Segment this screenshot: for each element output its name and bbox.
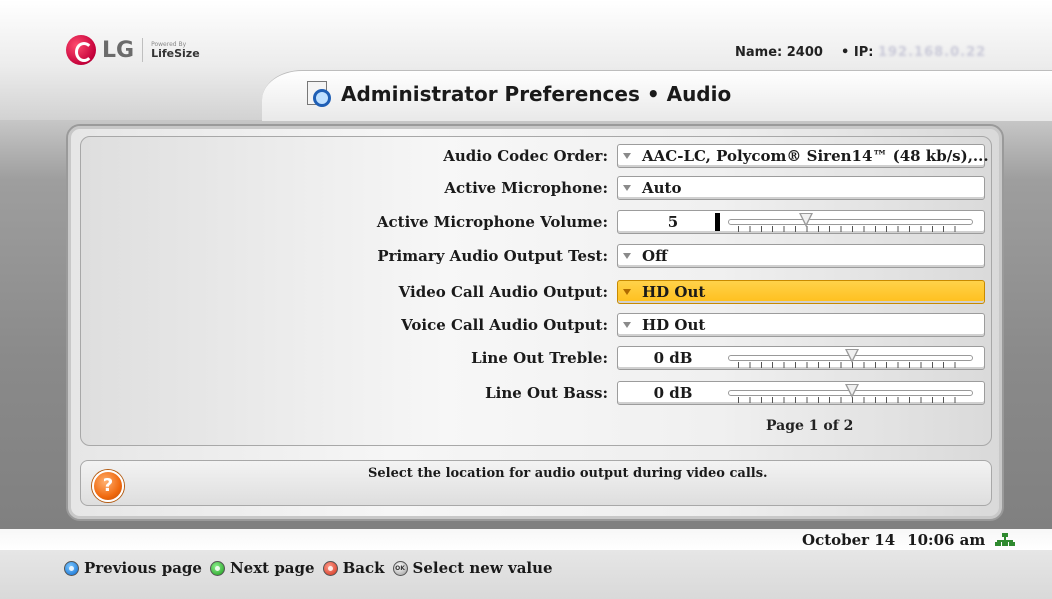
logo-divider bbox=[142, 38, 144, 62]
ok-button-text: OK bbox=[395, 564, 405, 572]
setting-row-voice-call-audio-output: Voice Call Audio Output: HD Out bbox=[0, 313, 1052, 337]
audio-level-meter bbox=[715, 213, 720, 231]
screen-background: LG Powered By LifeSize Name: 2400 • IP: … bbox=[0, 0, 1052, 599]
document-search-icon bbox=[305, 81, 331, 107]
dropdown-arrow-icon bbox=[623, 253, 631, 259]
slider-thumb[interactable] bbox=[845, 384, 859, 398]
lifesize-text: LifeSize bbox=[151, 46, 200, 60]
setting-label: Line Out Treble: bbox=[471, 349, 608, 367]
line-out-treble-slider[interactable]: 0 dB bbox=[617, 346, 985, 370]
lg-logo-text: LG bbox=[102, 37, 135, 63]
setting-label: Voice Call Audio Output: bbox=[401, 316, 608, 334]
setting-row-line-out-treble: Line Out Treble: 0 dB bbox=[0, 346, 1052, 370]
date-time: October 14 10:06 am bbox=[802, 529, 1016, 551]
slider-value: 0 dB bbox=[653, 384, 693, 402]
setting-label: Active Microphone: bbox=[444, 179, 608, 197]
voice-call-audio-output-select[interactable]: HD Out bbox=[617, 313, 985, 337]
setting-row-primary-audio-output-test: Primary Audio Output Test: Off bbox=[0, 244, 1052, 268]
hint-label: Back bbox=[342, 559, 385, 577]
hint-select-new-value[interactable]: OK Select new value bbox=[392, 559, 553, 577]
active-microphone-volume-slider[interactable]: 5 bbox=[617, 210, 985, 234]
active-microphone-select[interactable]: Auto bbox=[617, 176, 985, 200]
select-value: AAC-LC, Polycom® Siren14™ (48 kb/s),... bbox=[642, 147, 989, 165]
setting-label: Primary Audio Output Test: bbox=[377, 247, 608, 265]
lifesize-logo: Powered By LifeSize bbox=[151, 41, 200, 60]
setting-label: Active Microphone Volume: bbox=[376, 213, 608, 231]
red-button-icon bbox=[322, 560, 338, 576]
blue-button-icon bbox=[64, 560, 79, 576]
audio-codec-order-select[interactable]: AAC-LC, Polycom® Siren14™ (48 kb/s),... bbox=[617, 144, 989, 168]
dropdown-arrow-icon bbox=[623, 289, 631, 295]
setting-row-active-microphone: Active Microphone: Auto bbox=[0, 176, 1052, 200]
time-text: 10:06 am bbox=[907, 531, 986, 549]
question-icon: ? bbox=[92, 470, 124, 502]
setting-label: Audio Codec Order: bbox=[443, 147, 608, 165]
setting-row-line-out-bass: Line Out Bass: 0 dB bbox=[0, 381, 1052, 405]
device-name: Name: 2400 bbox=[735, 45, 823, 60]
dropdown-arrow-icon bbox=[623, 153, 631, 159]
green-button-icon bbox=[209, 560, 225, 576]
select-value: Off bbox=[642, 247, 668, 265]
setting-label: Video Call Audio Output: bbox=[398, 283, 608, 301]
help-text: Select the location for audio output dur… bbox=[368, 466, 768, 481]
hint-label: Select new value bbox=[412, 559, 553, 577]
hint-previous-page[interactable]: Previous page bbox=[64, 559, 202, 577]
hint-next-page[interactable]: Next page bbox=[209, 559, 315, 577]
page-title-text: Administrator Preferences • Audio bbox=[341, 82, 732, 106]
slider-value: 0 dB bbox=[653, 349, 693, 367]
slider-thumb[interactable] bbox=[845, 349, 859, 363]
ok-button-icon: OK bbox=[392, 560, 408, 576]
dropdown-arrow-icon bbox=[623, 322, 631, 328]
setting-row-video-call-audio-output: Video Call Audio Output: HD Out bbox=[0, 280, 1052, 304]
network-icon bbox=[995, 533, 1016, 547]
ip-label: • IP: bbox=[841, 45, 874, 60]
primary-audio-output-test-select[interactable]: Off bbox=[617, 244, 985, 268]
system-info: Name: 2400 • IP: 192.168.0.22 bbox=[735, 45, 986, 60]
select-value: HD Out bbox=[642, 316, 706, 334]
setting-label: Line Out Bass: bbox=[485, 384, 608, 402]
select-value: Auto bbox=[642, 179, 682, 197]
setting-row-active-microphone-volume: Active Microphone Volume: 5 bbox=[0, 210, 1052, 234]
select-value: HD Out bbox=[642, 283, 706, 301]
lg-logo-icon bbox=[66, 35, 96, 65]
slider-ticks bbox=[738, 226, 966, 232]
date-text: October 14 bbox=[802, 531, 896, 549]
hint-label: Previous page bbox=[84, 559, 202, 577]
dropdown-arrow-icon bbox=[623, 185, 631, 191]
setting-row-audio-codec-order: Audio Codec Order: AAC-LC, Polycom® Sire… bbox=[0, 144, 1052, 168]
brand-logo: LG Powered By LifeSize bbox=[66, 34, 200, 66]
hint-label: Next page bbox=[229, 559, 315, 577]
video-call-audio-output-select[interactable]: HD Out bbox=[617, 280, 985, 304]
hint-back[interactable]: Back bbox=[322, 559, 385, 577]
slider-value: 5 bbox=[667, 213, 679, 231]
page-indicator: Page 1 of 2 bbox=[766, 418, 854, 434]
slider-track bbox=[728, 219, 973, 225]
remote-button-hints: Previous page Next page Back OK Select n… bbox=[64, 556, 561, 580]
ip-value: 192.168.0.22 bbox=[877, 45, 987, 60]
line-out-bass-slider[interactable]: 0 dB bbox=[617, 381, 985, 405]
slider-thumb[interactable] bbox=[799, 213, 814, 227]
page-title: Administrator Preferences • Audio bbox=[305, 78, 731, 110]
